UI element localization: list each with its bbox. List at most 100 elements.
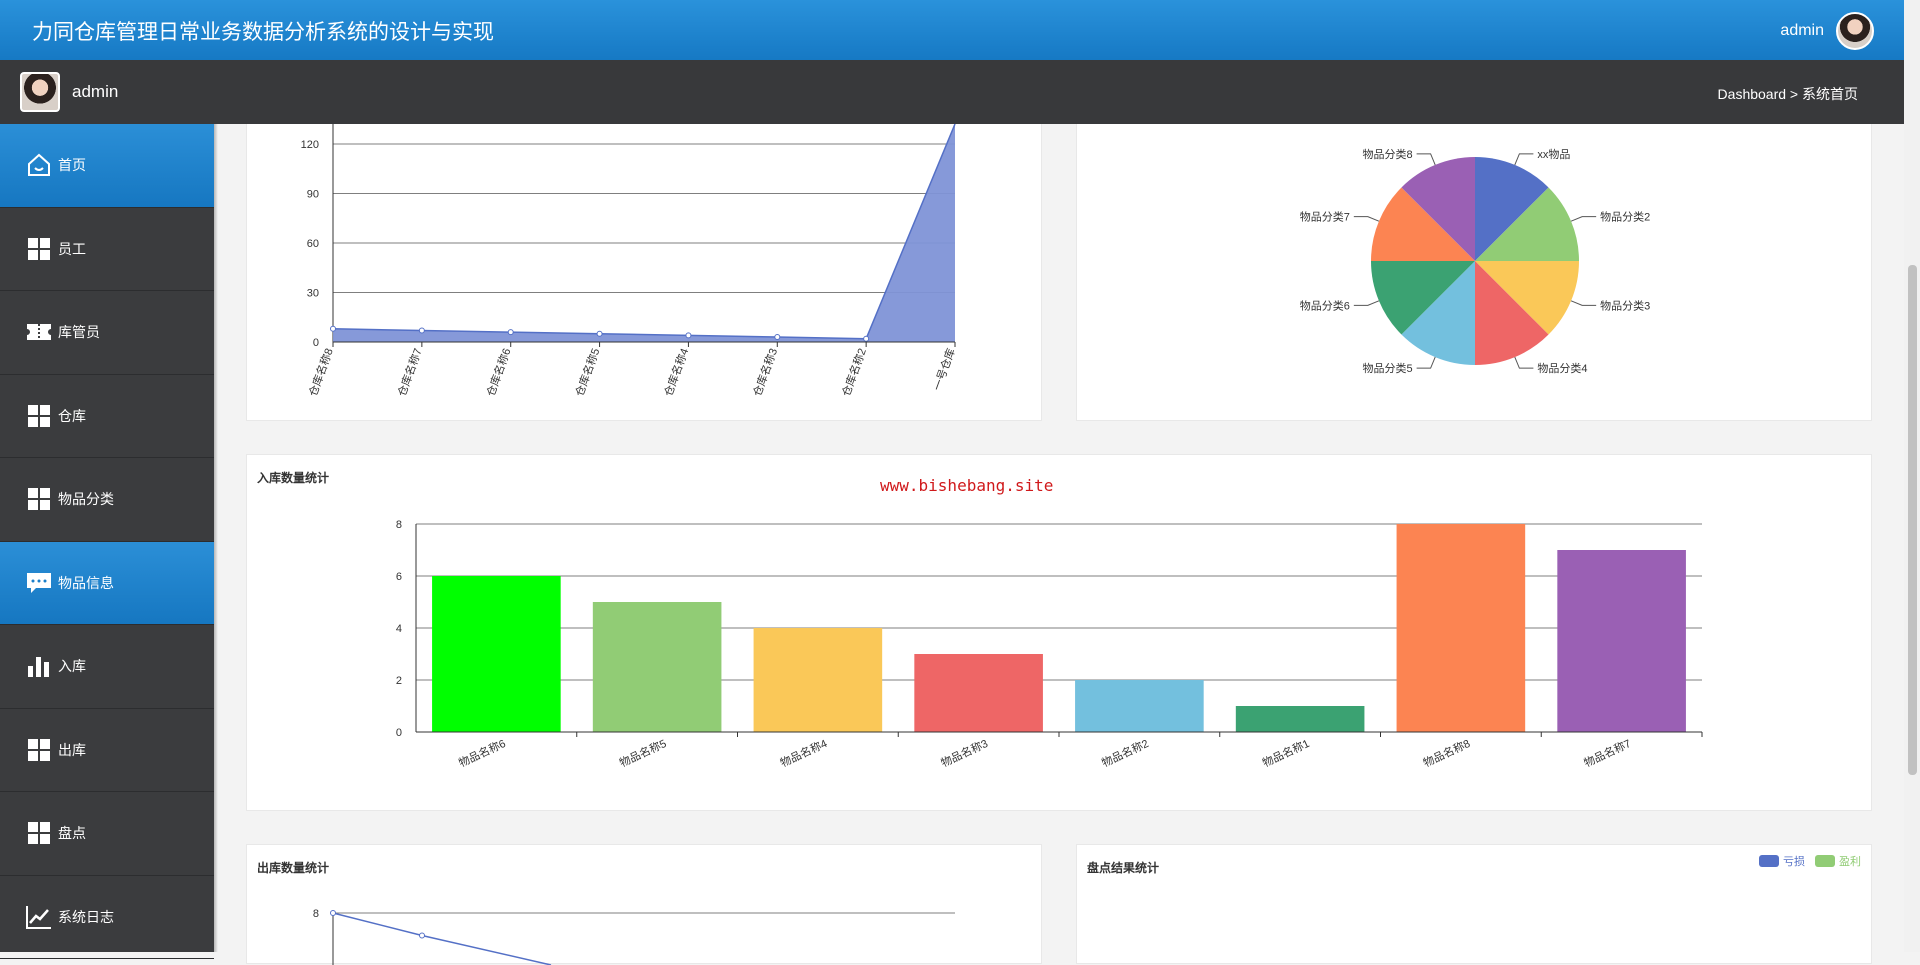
sidebar-item-9[interactable]: 系统日志 xyxy=(0,876,214,959)
sidebar-item-8[interactable]: 盘点 xyxy=(0,792,214,876)
bar xyxy=(753,628,883,732)
y-tick-label: 60 xyxy=(307,238,319,250)
category-pie-chart-panel: xx物品 物品分类2 物品分类3 物品分类4 物品分类5 物品分类6 物品分类7 物品分类8 xyxy=(1076,124,1872,421)
category-pie-chart: xx物品物品分类2 物品分类3 物品分类4 物品分类5 物品分类6 物品分类7 物品分类8 xyxy=(1300,147,1651,375)
grid-icon xyxy=(26,486,52,512)
sidebar-divider xyxy=(214,124,218,952)
x-tick-label: 仓库名称3 xyxy=(750,346,780,398)
legend-item-profit[interactable]: 盈利 xyxy=(1815,853,1861,869)
data-point xyxy=(330,325,336,332)
legend-item-loss[interactable]: 亏损 xyxy=(1759,853,1805,869)
bar xyxy=(432,576,561,732)
data-point xyxy=(419,932,425,939)
bar xyxy=(1075,680,1204,732)
grid-icon xyxy=(26,820,52,846)
series-line xyxy=(332,124,956,340)
data-point xyxy=(774,334,781,341)
inventory-chart-title: 盘点结果统计 xyxy=(1087,861,1160,875)
sidebar-item-2[interactable]: 库管员 xyxy=(0,291,214,375)
pie-label-line xyxy=(1416,153,1436,166)
header-user-menu[interactable]: admin xyxy=(1780,12,1874,50)
sidebar-item-0[interactable]: 首页 xyxy=(0,124,214,208)
legend-swatch-loss xyxy=(1759,855,1779,867)
x-tick-label: 仓库名称4 xyxy=(661,346,691,398)
inbound-bar-chart-panel: 入库数量统计 0 2 4 6 8 物品名称6 物品名称5 物品名称4 物品名称3 物品名称2 物品名… xyxy=(246,454,1872,811)
warehouse-area-chart-panel: 0 30 60 90 120 仓库名称8 仓库名称7 仓库名称6 仓库名称5 仓库名称4 仓库名称3… xyxy=(246,124,1042,421)
pie-label-line xyxy=(1514,153,1534,166)
legend-label-loss: 亏损 xyxy=(1783,856,1805,868)
y-tick-label: 2 xyxy=(396,675,402,687)
sidebar-username: admin xyxy=(72,82,119,101)
y-tick-label: 90 xyxy=(307,189,319,201)
page-scrollbar[interactable] xyxy=(1904,0,1920,952)
x-tick-label: 仓库名称5 xyxy=(572,346,602,398)
area-fill xyxy=(333,124,955,342)
pie-label-line xyxy=(1353,216,1380,222)
x-tick-label: 物品名称6 xyxy=(456,736,507,770)
pie-label: xx物品 xyxy=(1537,147,1570,161)
sidebar-item-label: 仓库 xyxy=(58,407,86,424)
pie-label-line xyxy=(1570,300,1597,306)
x-tick-label: 物品名称7 xyxy=(1582,736,1633,770)
pie-label-line xyxy=(1570,216,1597,222)
x-tick-label: 仓库名称2 xyxy=(839,346,869,398)
x-tick-label: 物品名称8 xyxy=(1421,736,1472,770)
y-tick-label: 0 xyxy=(313,337,319,349)
breadcrumb[interactable]: Dashboard > 系统首页 xyxy=(1718,84,1858,104)
sidebar-item-5[interactable]: 物品信息 xyxy=(0,541,214,625)
x-tick-label: 仓库名称6 xyxy=(483,346,513,398)
sidebar-item-label: 出库 xyxy=(58,741,86,758)
pie-label: 物品分类3 xyxy=(1600,298,1650,312)
series-line xyxy=(332,912,552,965)
x-tick-label: 仓库名称7 xyxy=(394,346,424,398)
data-point xyxy=(330,910,336,916)
data-point xyxy=(863,335,870,342)
pie-label-line xyxy=(1514,356,1534,369)
pie-label: 物品分类6 xyxy=(1300,298,1350,312)
y-tick-label: 0 xyxy=(396,727,402,739)
pie-label: 物品分类8 xyxy=(1362,147,1412,161)
sidebar-item-7[interactable]: 出库 xyxy=(0,709,214,792)
x-tick-label: 一号仓库 xyxy=(930,346,958,392)
outbound-line-chart-panel: 出库数量统计 8 xyxy=(246,844,1042,965)
sub-header: admin Dashboard > 系统首页 xyxy=(0,60,1904,124)
bar xyxy=(1235,706,1365,732)
data-point xyxy=(418,327,425,334)
sidebar-item-label: 员工 xyxy=(58,240,86,257)
top-header: 力同仓库管理日常业务数据分析系统的设计与实现 admin xyxy=(0,0,1904,60)
sidebar-user: admin xyxy=(20,72,118,112)
bar xyxy=(914,654,1043,732)
grid-icon xyxy=(26,737,52,763)
legend-label-profit: 盈利 xyxy=(1839,856,1861,868)
x-tick-label: 仓库名称8 xyxy=(306,346,336,398)
grid-icon xyxy=(26,236,52,262)
pie-label: 物品分类4 xyxy=(1537,361,1587,375)
sidebar-item-label: 库管员 xyxy=(58,324,100,341)
pie-label: 物品分类7 xyxy=(1300,210,1350,224)
ticket-icon xyxy=(26,319,52,345)
sidebar-item-1[interactable]: 员工 xyxy=(0,208,214,291)
chat-icon xyxy=(26,570,52,596)
sidebar-item-6[interactable]: 入库 xyxy=(0,625,214,709)
y-tick-label: 30 xyxy=(307,288,319,300)
sidebar-item-label: 系统日志 xyxy=(58,908,114,925)
bar xyxy=(1557,550,1686,732)
user-avatar xyxy=(20,72,60,112)
pie-label-line xyxy=(1416,356,1436,369)
app-title: 力同仓库管理日常业务数据分析系统的设计与实现 xyxy=(32,21,494,44)
inventory-legend[interactable]: 亏损 盈利 xyxy=(1759,853,1861,869)
scrollbar-thumb[interactable] xyxy=(1908,265,1917,775)
sidebar-item-label: 物品信息 xyxy=(58,574,114,591)
line-chart-icon xyxy=(26,904,52,930)
header-avatar[interactable] xyxy=(1836,12,1874,50)
sidebar-item-3[interactable]: 仓库 xyxy=(0,375,214,458)
header-username[interactable]: admin xyxy=(1780,22,1824,40)
warehouse-area-chart: 0 30 60 90 120 仓库名称8 仓库名称7 仓库名称6 仓库名称5 仓库名称4 仓库名称3… xyxy=(301,124,958,398)
bar-chart-icon xyxy=(26,653,52,679)
y-tick-label: 8 xyxy=(313,908,319,920)
sidebar-item-4[interactable]: 物品分类 xyxy=(0,458,214,542)
bar xyxy=(592,602,722,732)
data-point xyxy=(507,329,514,336)
x-tick-label: 物品名称2 xyxy=(1099,736,1150,770)
x-tick-label: 物品名称5 xyxy=(617,736,668,770)
